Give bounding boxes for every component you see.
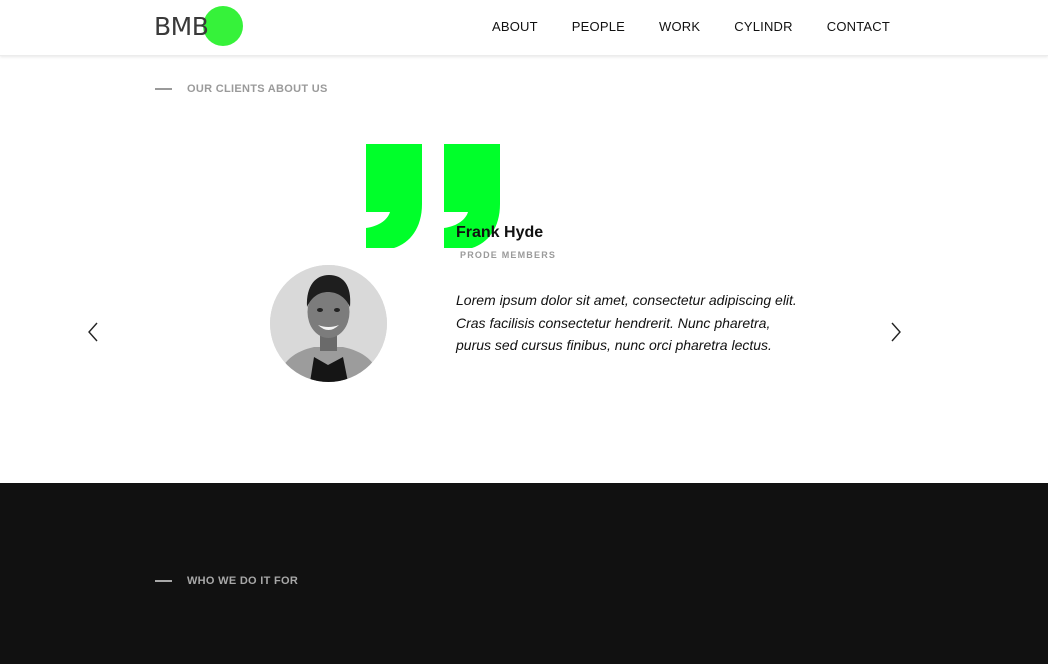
nav-item-people[interactable]: PEOPLE <box>572 19 625 35</box>
prev-testimonial-button[interactable] <box>85 320 101 344</box>
logo-dot-icon <box>203 6 243 46</box>
section-label-clients: OUR CLIENTS ABOUT US <box>155 83 328 95</box>
clients-section <box>0 483 1048 664</box>
avatar <box>270 265 387 382</box>
section-label-text: WHO WE DO IT FOR <box>187 575 299 587</box>
label-dash <box>155 88 172 90</box>
testimonial-role: PRODE MEMBERS <box>460 250 557 260</box>
label-dash <box>155 580 172 582</box>
nav-item-work[interactable]: WORK <box>659 19 700 35</box>
site-header: BMB ABOUT PEOPLE WORK CYLINDR CONTACT <box>0 0 1048 56</box>
section-label-text: OUR CLIENTS ABOUT US <box>187 83 328 95</box>
nav-item-about[interactable]: ABOUT <box>492 19 538 35</box>
nav-item-contact[interactable]: CONTACT <box>827 19 890 35</box>
testimonial-name: Frank Hyde <box>456 224 544 241</box>
main-nav: ABOUT PEOPLE WORK CYLINDR CONTACT <box>492 19 890 35</box>
testimonial-quote: Lorem ipsum dolor sit amet, consectetur … <box>456 292 797 353</box>
nav-item-cylindr[interactable]: CYLINDR <box>734 19 792 35</box>
logo-text: BMB <box>154 12 209 41</box>
next-testimonial-button[interactable] <box>888 320 904 344</box>
chevron-left-icon <box>88 322 98 342</box>
logo[interactable]: BMB <box>154 6 246 50</box>
chevron-right-icon <box>891 322 901 342</box>
section-label-who: WHO WE DO IT FOR <box>155 575 298 587</box>
person-portrait-icon <box>270 265 387 382</box>
